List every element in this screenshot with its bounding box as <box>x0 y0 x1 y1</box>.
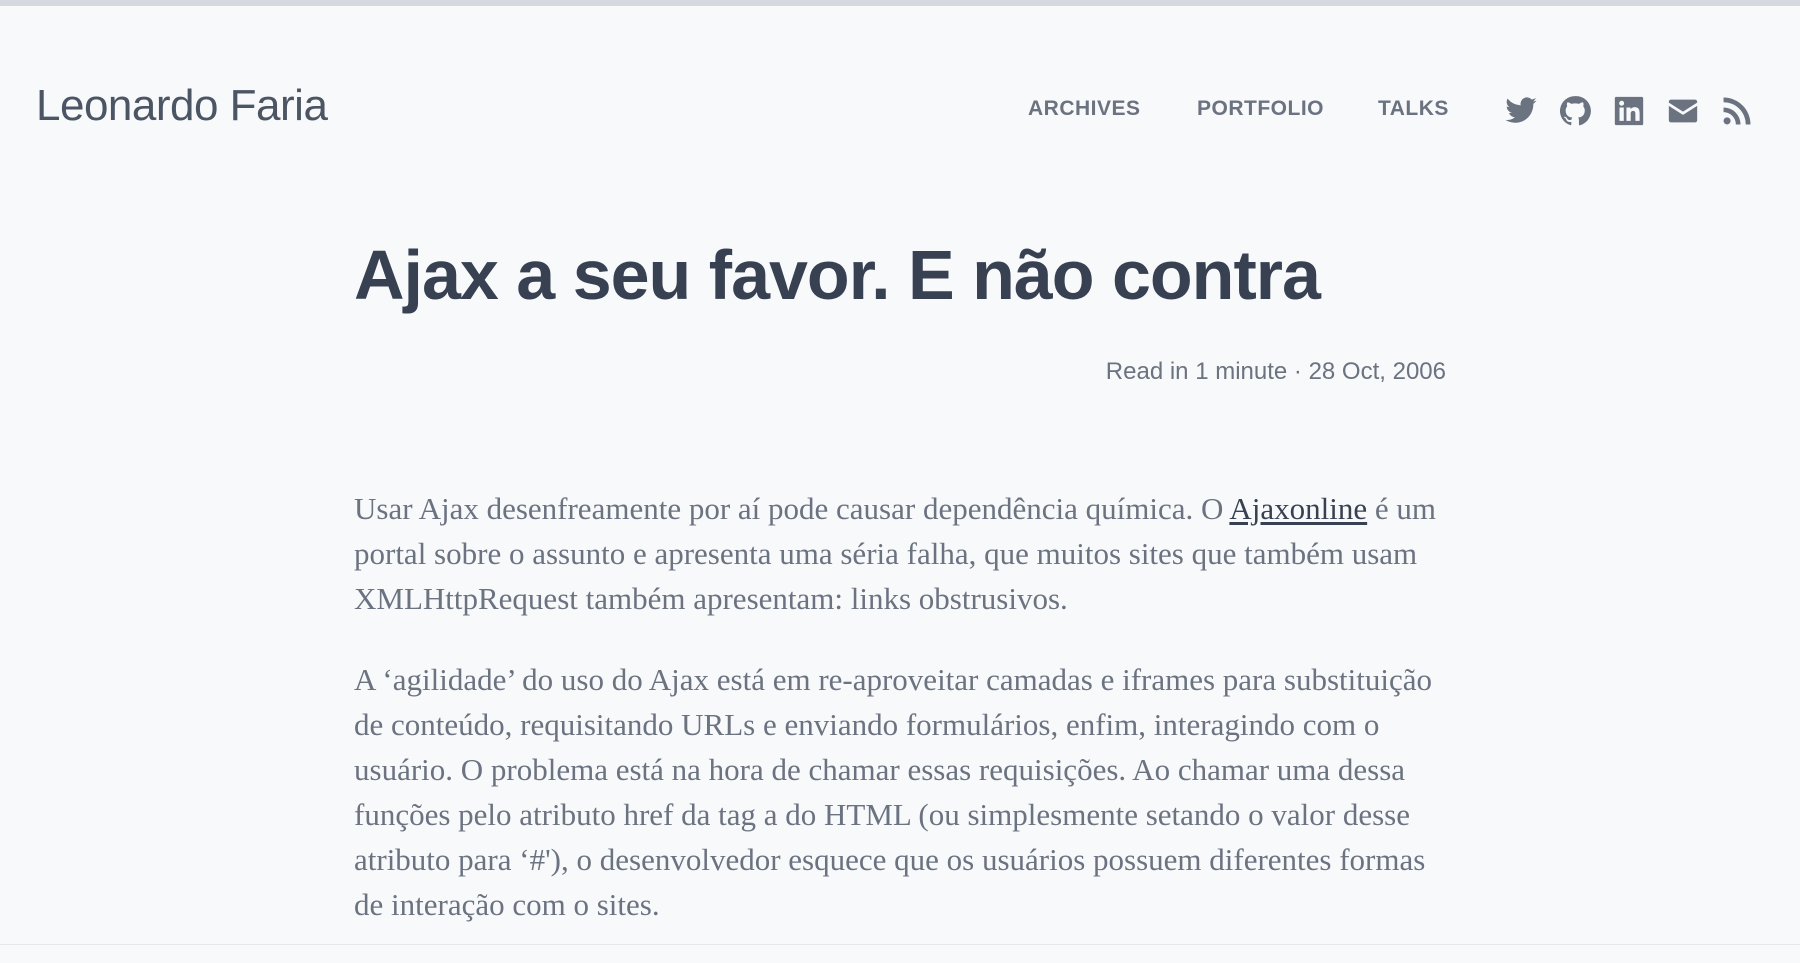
nav-talks-link[interactable]: TALKS <box>1378 97 1449 121</box>
site-header: Leonardo Faria ARCHIVES PORTFOLIO TALKS <box>0 6 1800 206</box>
paragraph-2: A ‘agilidade’ do uso do Ajax está em re-… <box>354 662 1432 922</box>
github-icon[interactable] <box>1558 94 1592 128</box>
article: Ajax a seu favor. E não contra Read in 1… <box>354 230 1446 963</box>
social-links <box>1500 94 1760 130</box>
post-body: Usar Ajax desenfreamente por aí pode cau… <box>354 486 1446 927</box>
ajaxonline-link[interactable]: Ajaxonline <box>1229 491 1367 526</box>
paragraph-1: Usar Ajax desenfreamente por aí pode cau… <box>354 486 1446 621</box>
site-title-link[interactable]: Leonardo Faria <box>36 81 328 130</box>
post-title: Ajax a seu favor. E não contra <box>354 236 1321 314</box>
twitter-icon[interactable] <box>1504 94 1538 128</box>
paragraph-1-text-start: Usar Ajax desenfreamente por aí pode cau… <box>354 491 1230 526</box>
nav-archives-link[interactable]: ARCHIVES <box>1028 97 1141 121</box>
main-nav: ARCHIVES PORTFOLIO TALKS <box>1000 97 1480 127</box>
linkedin-icon[interactable] <box>1612 94 1646 128</box>
rss-icon[interactable] <box>1720 94 1754 128</box>
email-icon[interactable] <box>1666 94 1700 128</box>
nav-portfolio-link[interactable]: PORTFOLIO <box>1197 97 1324 121</box>
post-meta: Read in 1 minute · 28 Oct, 2006 <box>1105 358 1446 385</box>
